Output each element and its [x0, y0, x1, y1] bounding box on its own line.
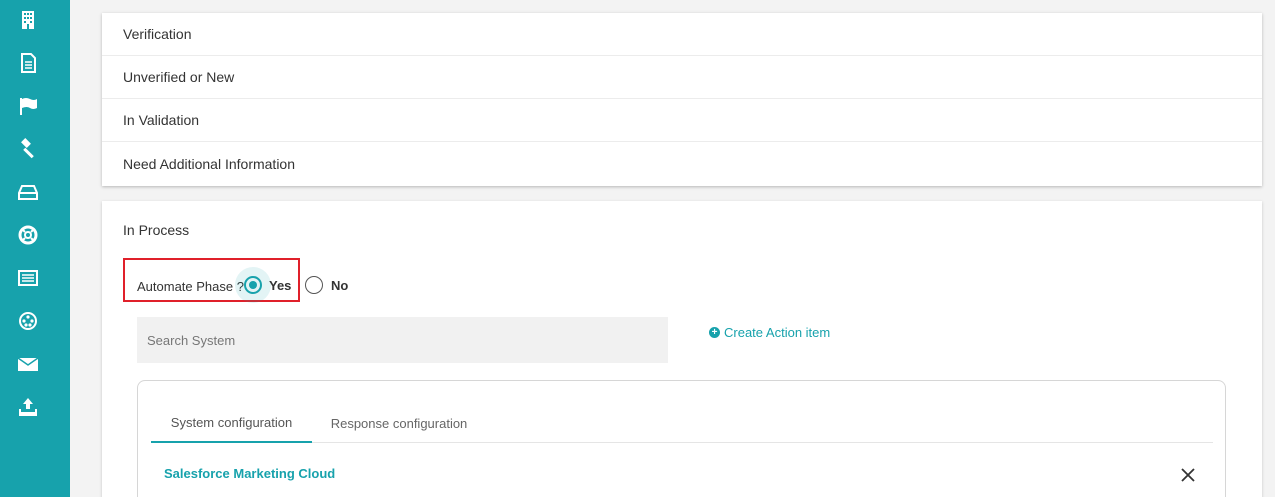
- gavel-icon[interactable]: [14, 135, 42, 163]
- automate-yes-radio[interactable]: [244, 276, 262, 294]
- automate-no-label[interactable]: No: [331, 278, 348, 293]
- config-tabs: System configuration Response configurat…: [151, 404, 1213, 443]
- circle-dots-icon[interactable]: [14, 307, 42, 335]
- system-name: Salesforce Marketing Cloud: [164, 466, 336, 481]
- automate-yes-label[interactable]: Yes: [269, 278, 291, 293]
- document-icon[interactable]: [14, 49, 42, 77]
- configuration-panel: System configuration Response configurat…: [137, 380, 1226, 497]
- plus-circle-icon: +: [709, 327, 720, 338]
- building-icon[interactable]: [14, 6, 42, 34]
- automate-no-radio[interactable]: [305, 276, 323, 294]
- sidebar: [0, 0, 70, 497]
- list-card-icon[interactable]: [14, 264, 42, 292]
- close-icon[interactable]: [1181, 468, 1195, 482]
- phase-row-unverified[interactable]: Unverified or New: [102, 56, 1262, 99]
- create-action-label: Create Action item: [724, 325, 831, 340]
- create-action-item-button[interactable]: + Create Action item: [709, 325, 830, 340]
- in-process-card: In Process Automate Phase ? Yes No + Cre…: [102, 201, 1262, 497]
- tab-response-configuration[interactable]: Response configuration: [312, 404, 486, 443]
- phase-row-in-validation[interactable]: In Validation: [102, 99, 1262, 142]
- lifebuoy-icon[interactable]: [14, 221, 42, 249]
- flag-icon[interactable]: [14, 92, 42, 120]
- phase-title: In Process: [123, 222, 190, 238]
- upload-icon[interactable]: [14, 393, 42, 421]
- hard-drive-icon[interactable]: [14, 178, 42, 206]
- search-system-input[interactable]: [137, 317, 668, 363]
- phase-row-need-info[interactable]: Need Additional Information: [102, 142, 1262, 185]
- phase-list-card: Verification Unverified or New In Valida…: [102, 13, 1262, 186]
- tab-system-configuration[interactable]: System configuration: [151, 404, 312, 443]
- envelope-icon[interactable]: [14, 350, 42, 378]
- automate-phase-label: Automate Phase ?: [137, 279, 244, 294]
- phase-row-verification[interactable]: Verification: [102, 13, 1262, 56]
